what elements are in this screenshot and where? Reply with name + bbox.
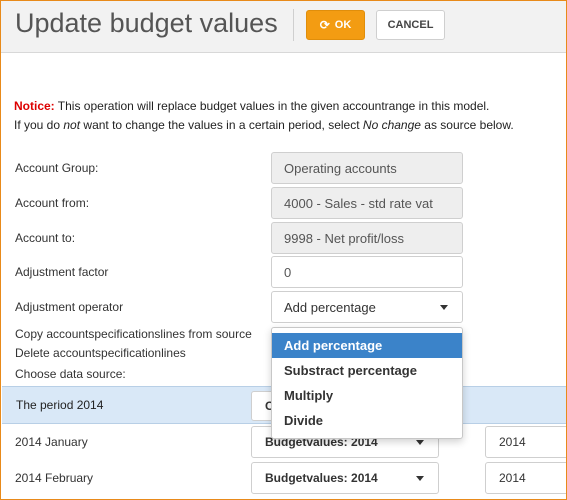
adjustment-factor-label: Adjustment factor — [15, 265, 109, 279]
dropdown-option[interactable]: Divide — [272, 408, 462, 433]
adjustment-operator-value: Add percentage — [284, 299, 376, 315]
dropdown-option[interactable]: Substract percentage — [272, 358, 462, 383]
chevron-down-icon — [416, 440, 424, 445]
dropdown-option[interactable]: Add percentage — [272, 333, 462, 358]
account-group-label: Account Group: — [15, 161, 99, 175]
page-title: Update budget values — [15, 8, 278, 38]
notice-line-2-a: If you do — [14, 118, 64, 132]
source-select-february[interactable]: Budgetvalues: 2014 — [251, 462, 439, 494]
adjustment-operator-select[interactable]: Add percentage — [271, 291, 463, 323]
chevron-down-icon — [440, 305, 448, 310]
operator-dropdown-menu: Add percentage Substract percentage Mult… — [271, 327, 463, 439]
month-label-february: 2014 February — [15, 471, 94, 485]
year-input-february[interactable]: 2014 — [485, 462, 566, 494]
year-input-january[interactable]: 2014 — [485, 426, 566, 458]
header-divider — [293, 9, 294, 41]
account-group-field: Operating accounts — [271, 152, 463, 184]
notice-line-2-not: not — [63, 118, 81, 132]
ok-button-label: OK — [334, 19, 352, 31]
delete-lines-label: Delete accountspecificationlines — [15, 346, 186, 360]
adjustment-operator-label: Adjustment operator — [15, 300, 124, 314]
account-to-field: 9998 - Net profit/loss — [271, 222, 463, 254]
notice-line-2-c: as source below. — [420, 118, 514, 132]
account-from-field: 4000 - Sales - std rate vat — [271, 187, 463, 219]
copy-lines-label: Copy accountspecificationslines from sou… — [15, 327, 252, 341]
month-label-january: 2014 January — [15, 435, 88, 449]
account-to-label: Account to: — [15, 231, 76, 245]
notice-text: Notice: This operation will replace budg… — [14, 97, 559, 135]
notice-line-2-b: want to change the values in a certain p… — [80, 118, 363, 132]
ok-button[interactable]: ⟳ OK — [306, 10, 365, 40]
source-select-february-value: Budgetvalues: 2014 — [265, 471, 378, 485]
dropdown-option[interactable]: Multiply — [272, 383, 462, 408]
chevron-down-icon — [416, 476, 424, 481]
refresh-icon: ⟳ — [319, 18, 330, 32]
choose-source-label: Choose data source: — [15, 367, 126, 381]
notice-line-2: If you do not want to change the values … — [14, 116, 559, 135]
dialog-header: Update budget values ⟳ OK CANCEL — [1, 1, 566, 53]
account-from-label: Account from: — [15, 196, 90, 210]
dialog-window: Update budget values ⟳ OK CANCEL Notice:… — [0, 0, 567, 500]
notice-label: Notice: — [14, 99, 55, 113]
notice-line-2-nochange: No change — [362, 118, 421, 132]
cancel-button[interactable]: CANCEL — [376, 10, 445, 40]
notice-line-1: Notice: This operation will replace budg… — [14, 97, 559, 116]
notice-line-1-text: This operation will replace budget value… — [54, 99, 490, 113]
adjustment-factor-input[interactable]: 0 — [271, 256, 463, 288]
period-label: The period 2014 — [16, 398, 104, 412]
